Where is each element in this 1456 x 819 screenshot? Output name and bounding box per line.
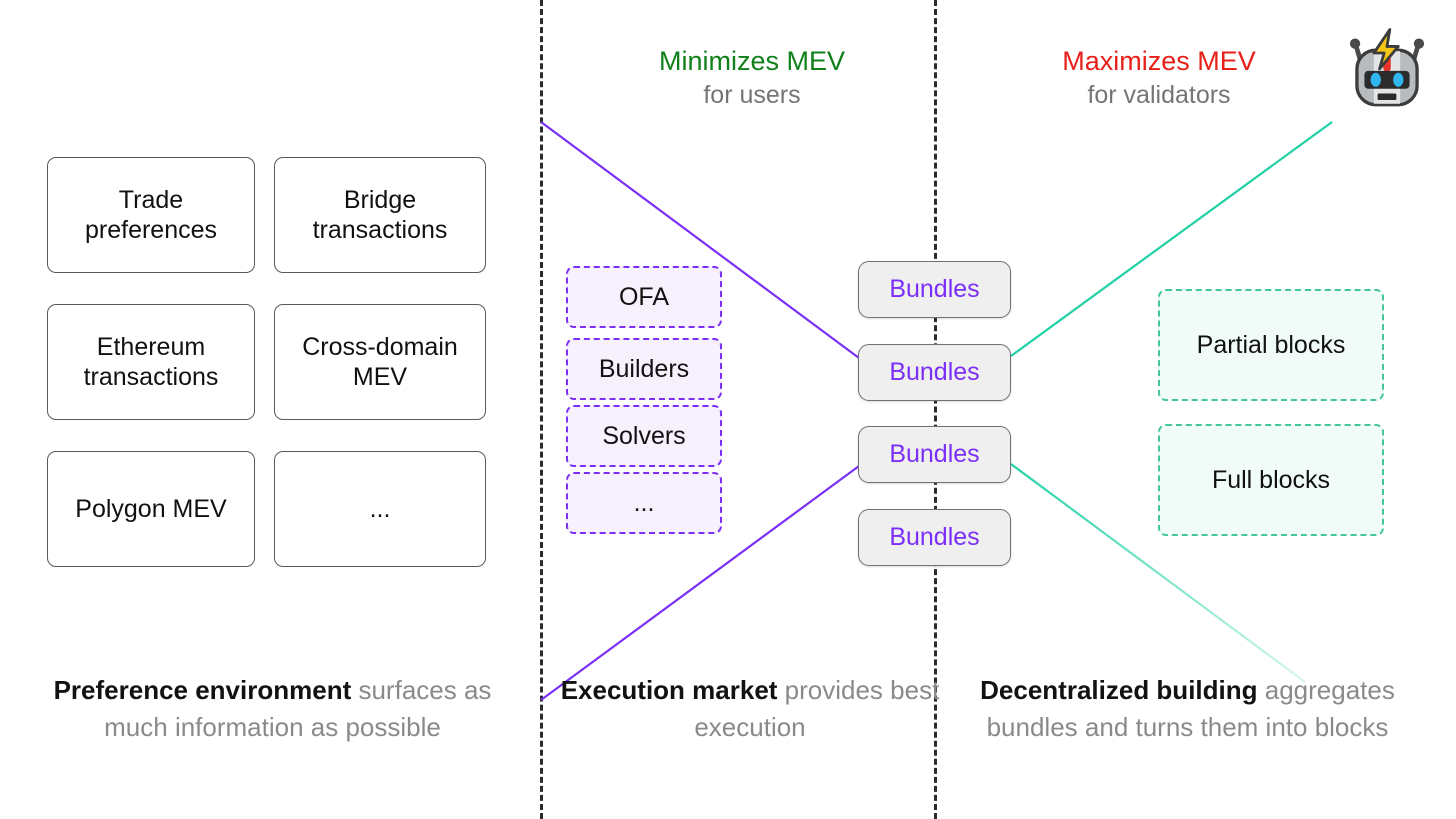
- preference-box-label: Bridge transactions: [312, 185, 448, 245]
- bundle-box-label: Bundles: [889, 275, 980, 304]
- bundle-box-2[interactable]: Bundles: [858, 344, 1011, 401]
- heading-maximizes-mev-main: Maximizes MEV: [1062, 46, 1256, 76]
- bundle-box-label: Bundles: [889, 523, 980, 552]
- block-box-label: Partial blocks: [1196, 330, 1346, 359]
- preference-box-ethereum-transactions[interactable]: Ethereum transactions: [47, 304, 255, 420]
- bundle-box-4[interactable]: Bundles: [858, 509, 1011, 566]
- preference-box-label: ...: [369, 494, 391, 523]
- preference-box-label: Ethereum transactions: [83, 332, 219, 392]
- heading-maximizes-mev-sub: for validators: [1087, 80, 1231, 109]
- execution-box-ofa[interactable]: OFA: [566, 266, 722, 328]
- execution-box-label: Builders: [598, 354, 690, 383]
- preference-box-label: Cross-domain MEV: [302, 332, 458, 392]
- block-box-label: Full blocks: [1211, 465, 1331, 494]
- caption-execution-market: Execution market provides best execution: [560, 672, 940, 746]
- execution-box-label: ...: [633, 488, 655, 517]
- diagram-canvas: Minimizes MEV for users Maximizes MEV fo…: [0, 0, 1456, 819]
- heading-minimizes-mev-main: Minimizes MEV: [658, 46, 846, 76]
- preference-box-label: Trade preferences: [84, 185, 218, 245]
- preference-box-cross-domain-mev[interactable]: Cross-domain MEV: [274, 304, 486, 420]
- bundle-box-3[interactable]: Bundles: [858, 426, 1011, 483]
- execution-box-label: Solvers: [602, 421, 686, 450]
- preference-box-trade-preferences[interactable]: Trade preferences: [47, 157, 255, 273]
- caption-strong-label: Execution market: [560, 675, 778, 705]
- bundle-box-1[interactable]: Bundles: [858, 261, 1011, 318]
- preference-box-bridge-transactions[interactable]: Bridge transactions: [274, 157, 486, 273]
- robot-lightning-icon: [1340, 22, 1434, 116]
- bundle-box-label: Bundles: [889, 440, 980, 469]
- block-box-full-blocks[interactable]: Full blocks: [1158, 424, 1384, 536]
- heading-minimizes-mev: Minimizes MEV for users: [602, 44, 902, 111]
- column-divider-left: [540, 0, 543, 819]
- caption-strong-label: Preference environment: [53, 675, 352, 705]
- preference-box-ellipsis[interactable]: ...: [274, 451, 486, 567]
- execution-box-solvers[interactable]: Solvers: [566, 405, 722, 467]
- execution-box-ellipsis[interactable]: ...: [566, 472, 722, 534]
- preference-box-label: Polygon MEV: [75, 494, 227, 523]
- caption-preference-environment: Preference environment surfaces as much …: [30, 672, 515, 746]
- block-box-partial-blocks[interactable]: Partial blocks: [1158, 289, 1384, 401]
- caption-strong-label: Decentralized building: [980, 675, 1258, 705]
- execution-box-builders[interactable]: Builders: [566, 338, 722, 400]
- heading-minimizes-mev-sub: for users: [703, 80, 801, 109]
- execution-box-label: OFA: [618, 282, 669, 311]
- heading-maximizes-mev: Maximizes MEV for validators: [1009, 44, 1309, 111]
- caption-decentralized-building: Decentralized building aggregates bundle…: [965, 672, 1410, 746]
- bundle-box-label: Bundles: [889, 358, 980, 387]
- preference-box-polygon-mev[interactable]: Polygon MEV: [47, 451, 255, 567]
